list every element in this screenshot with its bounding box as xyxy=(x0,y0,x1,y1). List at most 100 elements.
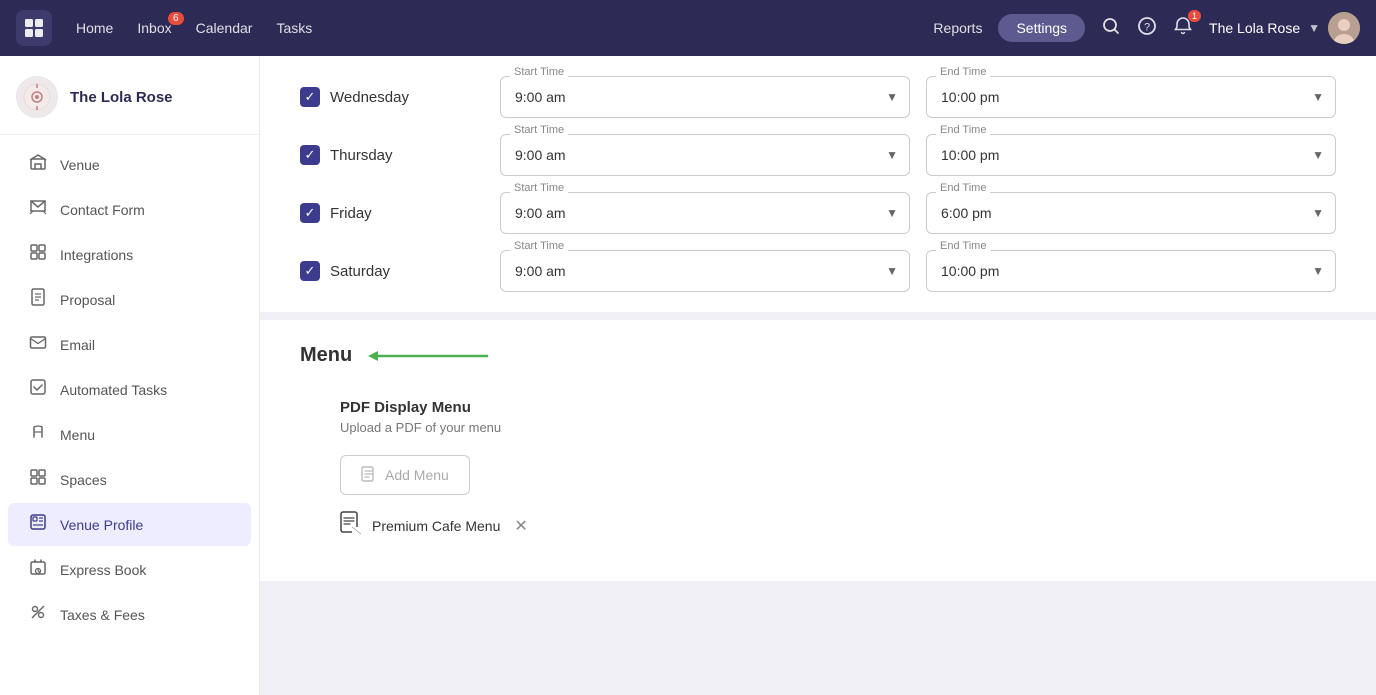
add-menu-button[interactable]: Add Menu xyxy=(340,455,470,495)
file-document-icon xyxy=(340,511,362,541)
saturday-times: Start Time 9:00 am ▼ End Time 10:00 pm ▼ xyxy=(500,250,1336,292)
friday-checkbox[interactable]: ✓ xyxy=(300,203,320,223)
end-time-label: End Time xyxy=(936,124,990,136)
saturday-checkbox[interactable]: ✓ xyxy=(300,261,320,281)
menu-arrow xyxy=(368,346,498,366)
checkmark-icon: ✓ xyxy=(305,205,316,221)
nav-inbox[interactable]: Inbox 6 xyxy=(137,20,171,36)
notifications-icon[interactable]: 1 xyxy=(1173,16,1193,41)
thursday-end-select[interactable]: 10:00 pm xyxy=(926,134,1336,176)
express-book-icon xyxy=(28,558,48,581)
sidebar-label-spaces: Spaces xyxy=(60,472,107,488)
sidebar-label-integrations: Integrations xyxy=(60,247,133,263)
end-time-label: End Time xyxy=(936,182,990,194)
friday-start-select[interactable]: 9:00 am xyxy=(500,192,910,234)
sidebar-label-contact-form: Contact Form xyxy=(60,202,145,218)
email-icon xyxy=(28,333,48,356)
start-time-label: Start Time xyxy=(510,124,568,136)
sidebar-label-venue: Venue xyxy=(60,157,100,173)
sidebar-item-contact-form[interactable]: Contact Form xyxy=(8,188,251,231)
pdf-display-title: PDF Display Menu xyxy=(340,399,1296,416)
nav-reports[interactable]: Reports xyxy=(933,20,982,36)
venue-selector[interactable]: The Lola Rose ▼ xyxy=(1209,12,1360,44)
thursday-start-select[interactable]: 9:00 am xyxy=(500,134,910,176)
wednesday-times: Start Time 9:00 am ▼ End Time 10:00 pm ▼ xyxy=(500,76,1336,118)
remove-file-button[interactable]: ✕ xyxy=(514,516,527,536)
pdf-display-subtitle: Upload a PDF of your menu xyxy=(340,420,1296,435)
sidebar-label-proposal: Proposal xyxy=(60,292,115,308)
nav-links: Home Inbox 6 Calendar Tasks xyxy=(76,20,909,36)
sidebar-item-integrations[interactable]: Integrations xyxy=(8,233,251,276)
wednesday-start-select[interactable]: 9:00 am xyxy=(500,76,910,118)
wednesday-label: Wednesday xyxy=(330,89,409,106)
friday-start-wrap: Start Time 9:00 am ▼ xyxy=(500,192,910,234)
sidebar-venue-name: The Lola Rose xyxy=(70,89,173,106)
document-icon xyxy=(361,466,377,484)
sidebar-item-email[interactable]: Email xyxy=(8,323,251,366)
start-time-label: Start Time xyxy=(510,240,568,252)
wednesday-checkbox[interactable]: ✓ xyxy=(300,87,320,107)
contact-form-icon xyxy=(28,198,48,221)
sidebar-label-automated-tasks: Automated Tasks xyxy=(60,382,167,398)
menu-file-item: Premium Cafe Menu ✕ xyxy=(340,511,1296,541)
sidebar-item-venue[interactable]: Venue xyxy=(8,143,251,186)
sidebar-label-venue-profile: Venue Profile xyxy=(60,517,143,533)
nav-calendar[interactable]: Calendar xyxy=(196,20,253,36)
notifications-badge: 1 xyxy=(1188,10,1201,22)
sidebar-label-email: Email xyxy=(60,337,95,353)
sidebar-item-menu[interactable]: Menu xyxy=(8,413,251,456)
sidebar-label-taxes-fees: Taxes & Fees xyxy=(60,607,145,623)
saturday-end-select[interactable]: 10:00 pm xyxy=(926,250,1336,292)
search-icon[interactable] xyxy=(1101,16,1121,41)
day-row-friday: ✓ Friday Start Time 9:00 am ▼ End Time xyxy=(300,192,1336,234)
schedule-section: ✓ Wednesday Start Time 9:00 am ▼ End Tim… xyxy=(260,56,1376,320)
thursday-end-wrap: End Time 10:00 pm ▼ xyxy=(926,134,1336,176)
friday-end-select[interactable]: 6:00 pm xyxy=(926,192,1336,234)
saturday-end-wrap: End Time 10:00 pm ▼ xyxy=(926,250,1336,292)
end-time-label: End Time xyxy=(936,240,990,252)
inbox-badge: 6 xyxy=(168,12,184,25)
sidebar-item-proposal[interactable]: Proposal xyxy=(8,278,251,321)
app-logo[interactable] xyxy=(16,10,52,46)
wednesday-start-wrap: Start Time 9:00 am ▼ xyxy=(500,76,910,118)
integrations-icon xyxy=(28,243,48,266)
venue-icon xyxy=(28,153,48,176)
nav-right: Reports Settings ? 1 The Lola Rose ▼ xyxy=(933,12,1360,44)
saturday-checkbox-group: ✓ Saturday xyxy=(300,261,480,281)
venue-logo-inner xyxy=(18,78,56,116)
sidebar-item-spaces[interactable]: Spaces xyxy=(8,458,251,501)
wednesday-checkbox-group: ✓ Wednesday xyxy=(300,87,480,107)
saturday-start-select[interactable]: 9:00 am xyxy=(500,250,910,292)
friday-times: Start Time 9:00 am ▼ End Time 6:00 pm ▼ xyxy=(500,192,1336,234)
taxes-fees-icon xyxy=(28,603,48,626)
sidebar-item-automated-tasks[interactable]: Automated Tasks xyxy=(8,368,251,411)
wednesday-end-wrap: End Time 10:00 pm ▼ xyxy=(926,76,1336,118)
help-icon[interactable]: ? xyxy=(1137,16,1157,41)
day-row-wednesday: ✓ Wednesday Start Time 9:00 am ▼ End Tim… xyxy=(300,76,1336,118)
top-navigation: Home Inbox 6 Calendar Tasks Reports Sett… xyxy=(0,0,1376,56)
menu-file-name: Premium Cafe Menu xyxy=(372,518,500,534)
menu-icon xyxy=(28,423,48,446)
thursday-checkbox-group: ✓ Thursday xyxy=(300,145,480,165)
nav-settings-button[interactable]: Settings xyxy=(998,14,1085,42)
saturday-label: Saturday xyxy=(330,263,390,280)
sidebar-item-venue-profile[interactable]: Venue Profile xyxy=(8,503,251,546)
wednesday-end-select[interactable]: 10:00 pm xyxy=(926,76,1336,118)
venue-logo xyxy=(16,76,58,118)
venue-name-topnav: The Lola Rose xyxy=(1209,20,1300,36)
thursday-start-wrap: Start Time 9:00 am ▼ xyxy=(500,134,910,176)
main-layout: The Lola Rose Venue Contact Form xyxy=(0,56,1376,695)
svg-text:?: ? xyxy=(1144,21,1150,33)
thursday-times: Start Time 9:00 am ▼ End Time 10:00 pm ▼ xyxy=(500,134,1336,176)
proposal-icon xyxy=(28,288,48,311)
day-row-thursday: ✓ Thursday Start Time 9:00 am ▼ End Time xyxy=(300,134,1336,176)
sidebar-item-taxes-fees[interactable]: Taxes & Fees xyxy=(8,593,251,636)
menu-header: Menu xyxy=(300,344,1336,367)
sidebar-item-express-book[interactable]: Express Book xyxy=(8,548,251,591)
nav-home[interactable]: Home xyxy=(76,20,113,36)
thursday-checkbox[interactable]: ✓ xyxy=(300,145,320,165)
sidebar-label-express-book: Express Book xyxy=(60,562,146,578)
menu-section: Menu PDF Display Menu Upload a PDF of yo… xyxy=(260,320,1376,581)
nav-tasks[interactable]: Tasks xyxy=(276,20,312,36)
friday-checkbox-group: ✓ Friday xyxy=(300,203,480,223)
